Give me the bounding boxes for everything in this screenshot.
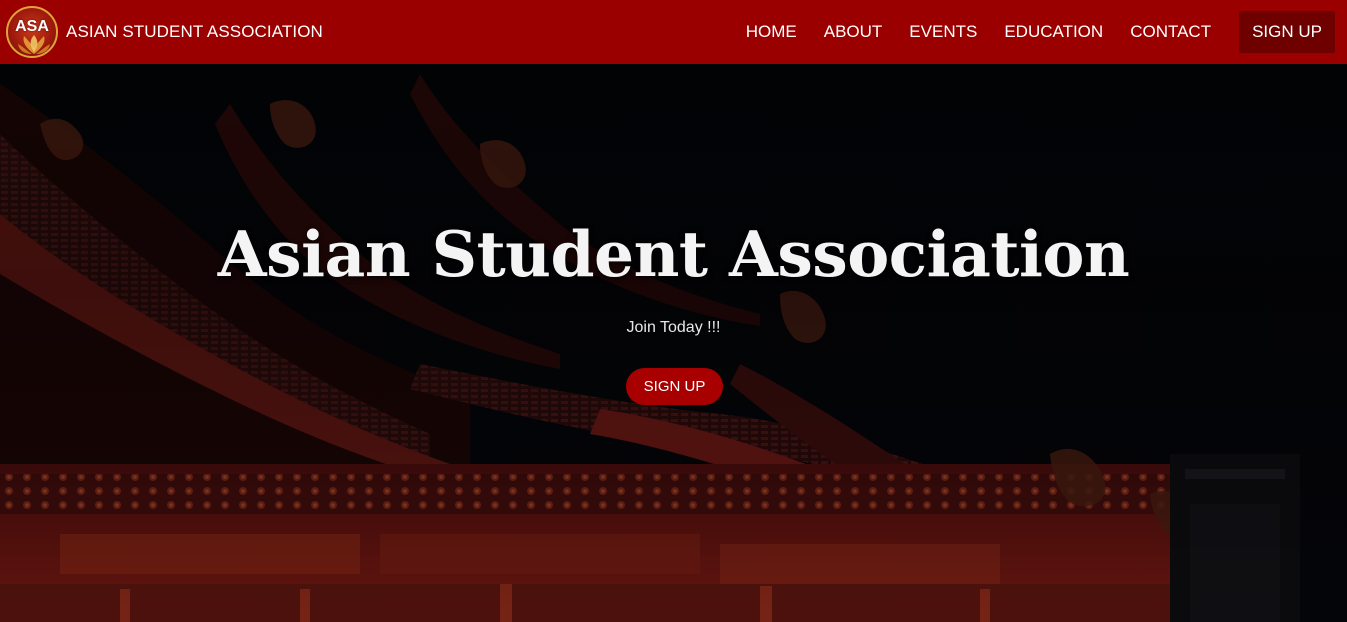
hero-overlay: [0, 64, 1347, 622]
brand-name[interactable]: ASIAN STUDENT ASSOCIATION: [66, 22, 323, 42]
nav-education[interactable]: EDUCATION: [1004, 22, 1103, 42]
nav-links: HOME ABOUT EVENTS EDUCATION CONTACT SIGN…: [719, 0, 1335, 64]
hero-title: Asian Student Association: [217, 217, 1130, 291]
navbar: ASA ASIAN STUDENT ASSOCIATION HOME ABOUT…: [0, 0, 1347, 64]
logo-text: ASA: [15, 18, 49, 35]
nav-contact[interactable]: CONTACT: [1130, 22, 1211, 42]
nav-signup-button[interactable]: SIGN UP: [1239, 11, 1335, 53]
nav-home[interactable]: HOME: [746, 22, 797, 42]
hero-signup-button[interactable]: SIGN UP: [626, 368, 723, 405]
hero-subtitle: Join Today !!!: [626, 319, 721, 336]
brand[interactable]: ASA ASIAN STUDENT ASSOCIATION: [0, 0, 323, 64]
hero-section: Asian Student Association Join Today !!!…: [0, 64, 1347, 622]
asa-logo[interactable]: ASA: [6, 6, 58, 58]
nav-events[interactable]: EVENTS: [909, 22, 977, 42]
nav-about[interactable]: ABOUT: [824, 22, 883, 42]
